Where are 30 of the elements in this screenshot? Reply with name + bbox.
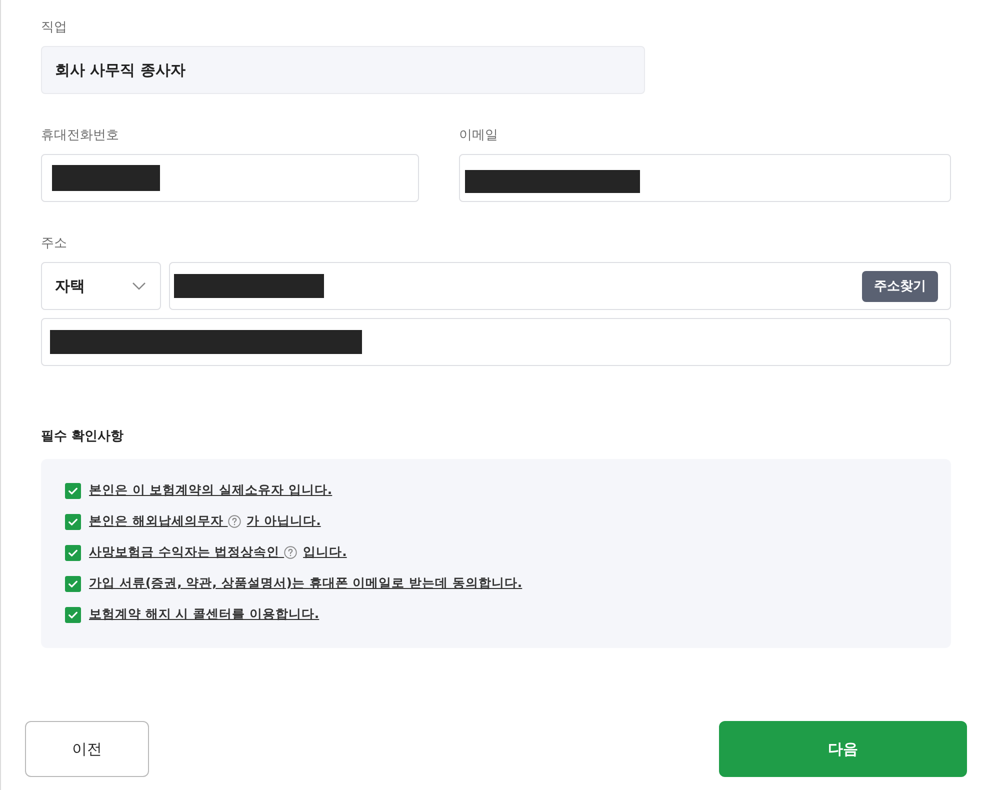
agreement-text[interactable]: 가 아닙니다. — [246, 513, 321, 530]
agreement-text[interactable]: 입니다. — [302, 544, 347, 561]
previous-button[interactable]: 이전 — [25, 721, 149, 777]
checkbox[interactable] — [65, 482, 81, 498]
agreement-text[interactable]: 가입 서류(증권, 약관, 상품설명서)는 휴대폰 이메일로 받는데 동의합니다. — [89, 575, 522, 592]
next-button[interactable]: 다음 — [719, 721, 967, 777]
checkbox[interactable] — [65, 514, 81, 530]
occupation-field[interactable]: 회사 사무직 종사자 — [41, 46, 645, 94]
checkbox[interactable] — [65, 606, 81, 622]
field-label: 휴대전화번호 — [41, 127, 119, 145]
address-type-select[interactable]: 자택 — [41, 262, 161, 310]
field-value: 회사 사무직 종사자 — [55, 60, 186, 80]
field-label: 직업 — [41, 19, 67, 37]
agreement-text[interactable]: 보험계약 해지 시 콜센터를 이용합니다. — [89, 606, 320, 623]
field-label: 주소 — [41, 235, 67, 253]
email-field[interactable] — [459, 154, 951, 202]
chevron-down-icon — [132, 282, 146, 290]
help-icon[interactable] — [228, 515, 241, 528]
help-icon[interactable] — [284, 546, 298, 559]
agreement-text[interactable]: 사망보험금 수익자는 법정상속인 — [89, 544, 284, 561]
address-field[interactable]: 주소찾기 — [169, 262, 951, 310]
section-title: 필수 확인사항 — [41, 428, 124, 446]
agreement-text[interactable]: 본인은 해외납세의무자 — [89, 513, 228, 530]
checkbox[interactable] — [65, 544, 81, 560]
field-label: 이메일 — [459, 127, 498, 145]
checkbox[interactable] — [65, 576, 81, 592]
agreement-text[interactable]: 본인은 이 보험계약의 실제소유자 입니다. — [89, 482, 332, 499]
address-detail-field[interactable] — [41, 318, 951, 366]
address-search-button[interactable]: 주소찾기 — [862, 270, 938, 302]
phone-field[interactable] — [41, 154, 419, 202]
